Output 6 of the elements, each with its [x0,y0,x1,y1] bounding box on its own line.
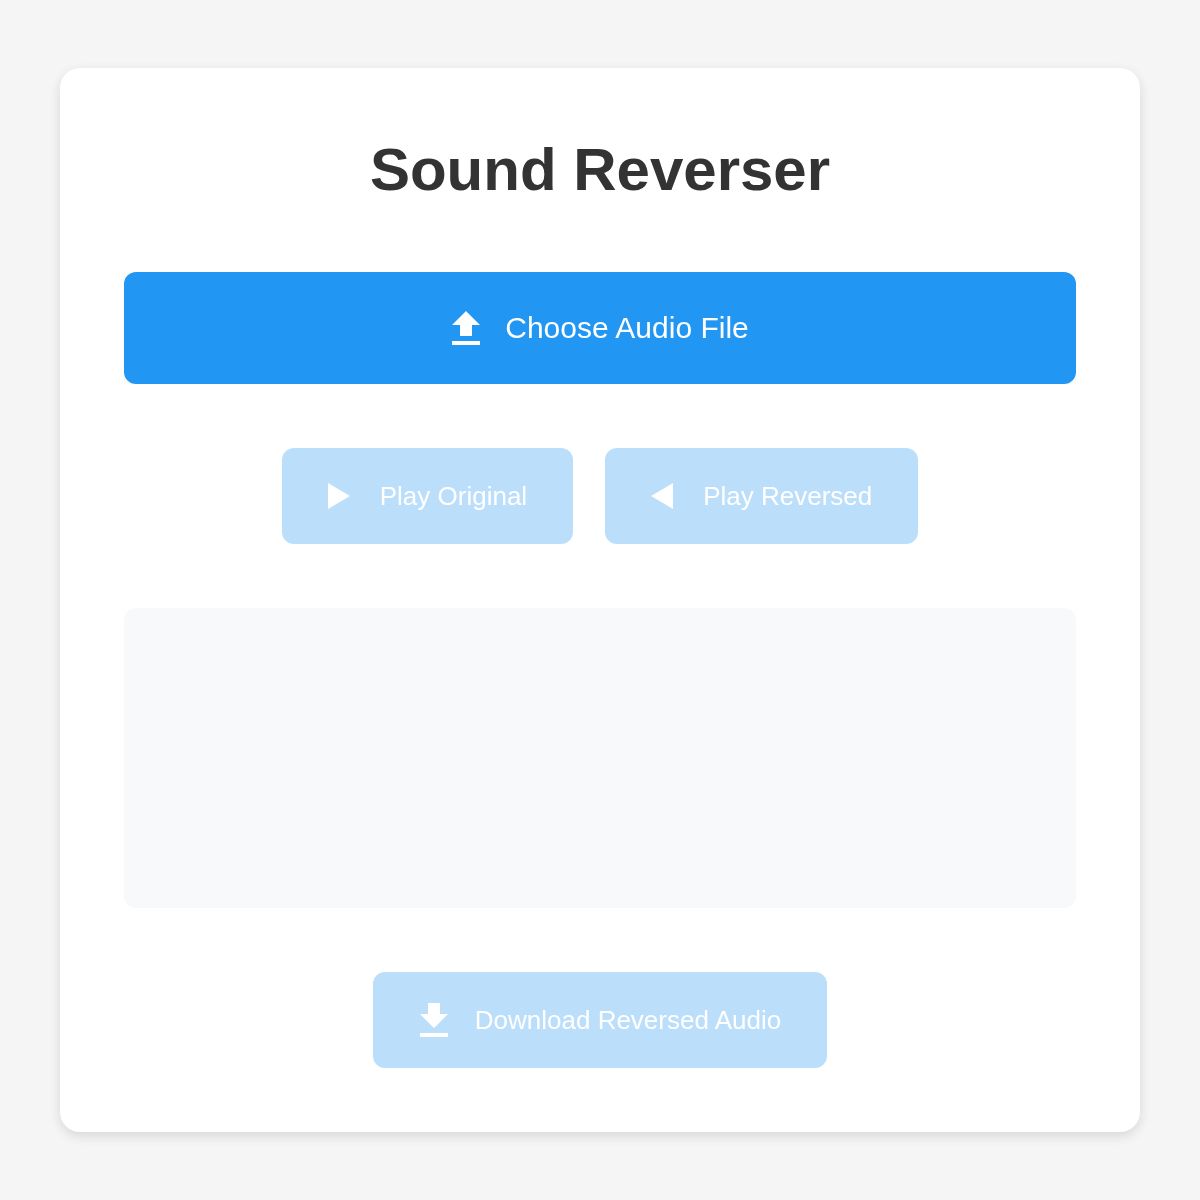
upload-icon [451,310,482,346]
play-icon [327,483,350,509]
reverse-play-icon [651,483,674,509]
choose-file-button[interactable]: Choose Audio File [124,272,1076,384]
app-title: Sound Reverser [368,135,832,205]
download-icon [418,1002,449,1038]
